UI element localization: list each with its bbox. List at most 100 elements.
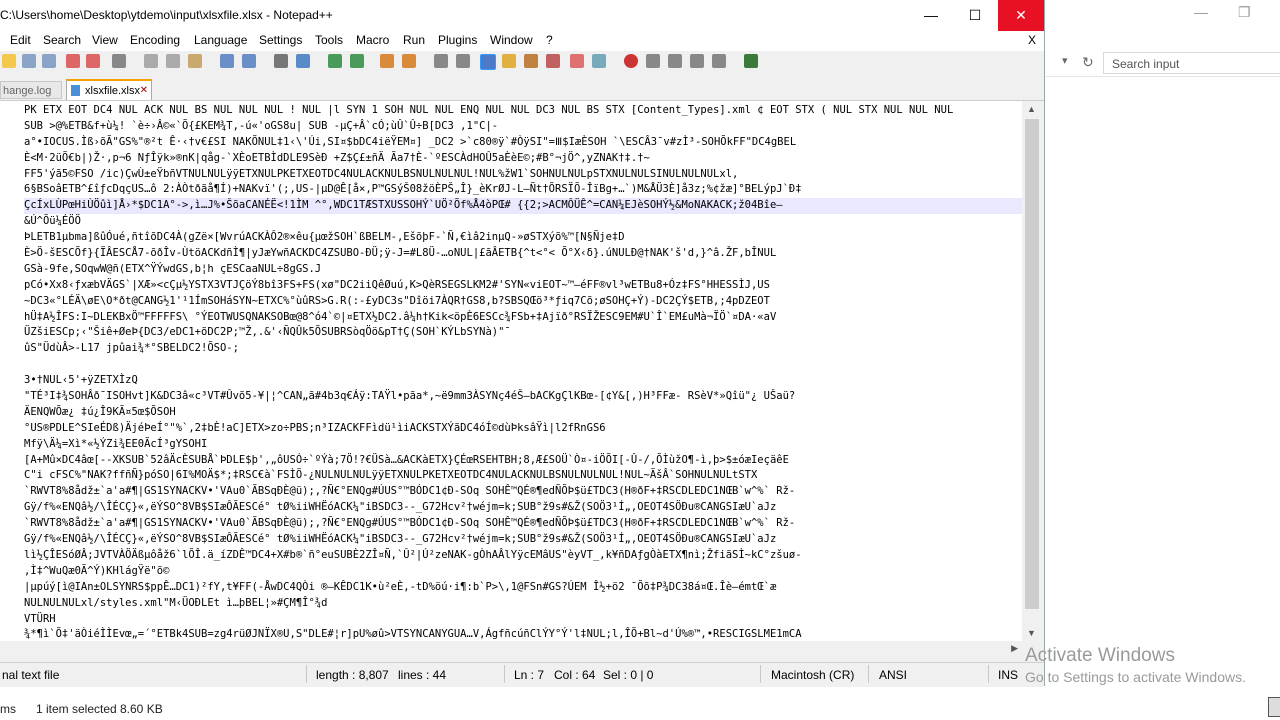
editor-line[interactable]: SUB >@%ETB&f+ù¼! `è÷›Â©«`Õ{£KEM¾T,-ú«'oG… (24, 119, 1022, 135)
close-file-icon[interactable] (66, 54, 80, 68)
spell-check-icon[interactable] (744, 54, 758, 68)
editor-line[interactable]: ~DC3«°LÉÄ\øE\O*ðt@CANG½1'¹1ÍmSOHáSYN~ETX… (24, 294, 1022, 310)
save-all-icon[interactable] (42, 54, 56, 68)
refresh-icon[interactable]: ↻ (1082, 54, 1094, 71)
menu-run[interactable]: Run (403, 33, 425, 47)
menu-help[interactable]: ? (546, 33, 553, 47)
print-icon[interactable] (112, 54, 126, 68)
minimize-button[interactable]: — (908, 0, 954, 31)
editor-line[interactable]: ÜZšiESCp;‹"Šiê+ØeÞ{DC3/eDC1+õDC2P;™Ž,.&'… (24, 325, 1022, 341)
editor-line[interactable]: `RWVT8%8ådž±`a'a#¶|GS1SYNACKV•'VAu0`ÃBSq… (24, 484, 1022, 500)
open-file-icon[interactable] (2, 54, 16, 68)
close-document-button[interactable]: X (1028, 33, 1036, 47)
scroll-down-icon[interactable]: ▼ (1027, 628, 1036, 638)
editor-line[interactable]: È>Ö-šESCÕf}{ÏÂESCÅ7-õðÎv-ÙtöACKdñÌ¶|yJæY… (24, 246, 1022, 262)
record-macro-icon[interactable] (624, 54, 638, 68)
menu-plugins[interactable]: Plugins (438, 33, 477, 47)
editor-line[interactable]: `RWVT8%8ådž±`a'a#¶|GS1SYNACKV•'VAu0`ÃBSq… (24, 516, 1022, 532)
sync-vertical-icon[interactable] (380, 54, 394, 68)
menu-macro[interactable]: Macro (356, 33, 389, 47)
save-icon[interactable] (22, 54, 36, 68)
menu-edit[interactable]: Edit (10, 33, 31, 47)
copy-icon[interactable] (166, 54, 180, 68)
editor-line[interactable]: PK ETX EOT DC4 NUL ACK NUL BS NUL NUL NU… (24, 103, 1022, 119)
editor-line[interactable]: ,Ì‡^WuQæ0Ã^Ý)KHlágŸë"õ© (24, 564, 1022, 580)
chevron-down-icon[interactable]: ▾ (1062, 54, 1068, 67)
editor-line[interactable]: Gÿ/f%«ENQâ½/\ÎÉCÇ}«,ëÝSO^8VB$SIæÔÃESCé° … (24, 500, 1022, 516)
horizontal-scrollbar[interactable]: ▶ (0, 641, 1022, 658)
folder-workspace-icon[interactable] (570, 54, 584, 68)
editor-line[interactable]: °US®PDLE^SIeÉDß)ÄjéÞeÍ°"%`,2‡bÈ!aC]ETX>z… (24, 421, 1022, 437)
monitoring-icon[interactable] (592, 54, 606, 68)
tab-change-log[interactable]: hange.log (0, 81, 62, 99)
scroll-thumb[interactable] (1025, 119, 1039, 609)
explorer-maximize-button[interactable]: ❐ (1238, 4, 1251, 21)
explorer-minimize-button[interactable]: — (1194, 4, 1208, 20)
editor-line[interactable]: NULNULNULxl/styles.xml"M‹ÜOÐLEt ì…þBEL¦»… (24, 596, 1022, 612)
editor-line[interactable]: GSà-9fe,SOqwW@ñ(ETX^ŸÝwdGS,b¦h çESCaaNUL… (24, 262, 1022, 278)
paste-icon[interactable] (188, 54, 202, 68)
explorer-window-controls: — ❐ (1040, 4, 1280, 24)
save-macro-icon[interactable] (712, 54, 726, 68)
redo-icon[interactable] (242, 54, 256, 68)
run-multiple-icon[interactable] (690, 54, 704, 68)
editor-line[interactable]: lì½ÇÎESóØÂ;JVTVÀÖÄßµôåž6`lÕÎ.ä_íZDÊ™DC4+… (24, 548, 1022, 564)
doc-map-icon[interactable] (524, 54, 538, 68)
menu-language[interactable]: Language (194, 33, 247, 47)
editor-line[interactable]: Mfÿ\Ä¼=Xì*«½ÝZi¾EE0ÃcÍ³gYSOHI (24, 437, 1022, 453)
editor-line[interactable]: Gÿ/f%«ENQâ½/\ÎÉCÇ}«,ëÝSO^8VB$SIæÔÃESCé° … (24, 532, 1022, 548)
menu-view[interactable]: View (92, 33, 118, 47)
close-all-icon[interactable] (86, 54, 100, 68)
editor-line[interactable]: |µpúý[ì@IAn±OLSYNRS$ppÊ…DC1)²fY,t¥FF(-Åw… (24, 580, 1022, 596)
maximize-button[interactable]: ☐ (952, 0, 998, 31)
editor-line[interactable]: 3•†NUL‹5'+ÿZETXÌzQ (24, 373, 1022, 389)
editor-line[interactable]: "TÉ³I‡¾SOHÂð¯ISOHvt]K&DC3â«c³VT#Ûvõ5-¥|¦… (24, 389, 1022, 405)
menu-settings[interactable]: Settings (259, 33, 302, 47)
find-icon[interactable] (274, 54, 288, 68)
editor-line[interactable]: VTÜRH (24, 612, 1022, 628)
replace-icon[interactable] (296, 54, 310, 68)
menu-search[interactable]: Search (43, 33, 81, 47)
stop-recording-icon[interactable] (646, 54, 660, 68)
editor-line[interactable]: 6§BSoâETB^£îƒcDqçUS…ô 2:ÀÒtðãå¶Í)+NAKvï'… (24, 182, 1022, 198)
zoom-in-icon[interactable] (328, 54, 342, 68)
function-list-icon[interactable] (546, 54, 560, 68)
text-editor[interactable]: PK ETX EOT DC4 NUL ACK NUL BS NUL NUL NU… (0, 101, 1022, 641)
editor-line[interactable]: pCó•Xx8‹ƒxæbVÄGS`|XÆ»<cÇµ½YSTX3VTJÇöÝ8bî… (24, 278, 1022, 294)
editor-line[interactable]: ÞLETB1µbma]ßûÓué,ñtîõDC4À(gZë×[WvrúACKÀÔ… (24, 230, 1022, 246)
editor-line[interactable]: ûS"ÜdùÂ>-L17 jpûai¾*°SBELDC2!ÕSO-; (24, 341, 1022, 357)
sync-horizontal-icon[interactable] (402, 54, 416, 68)
vertical-scrollbar[interactable]: ▲ ▼ (1022, 101, 1042, 641)
editor-line[interactable]: C"i cFSC%"NAK?ffñÑ}póSO|6I%MOÄ$*;‡RSC€à`… (24, 468, 1022, 484)
undo-icon[interactable] (220, 54, 234, 68)
zoom-out-icon[interactable] (350, 54, 364, 68)
editor-line[interactable]: FF5'ýã5©FSO /ic)ÇwÙ±eŸbñVTNULNULÿÿETXNUL… (24, 167, 1022, 183)
explorer-search-input[interactable]: Search input (1103, 52, 1280, 74)
insert-mode-status[interactable]: INS (998, 668, 1018, 682)
editor-line[interactable] (24, 357, 1022, 373)
editor-line[interactable]: È<M·2üÕ€b|)Ž·,p¬6 NƒÎÿk»®nK|qåg-`XÈoETBÌ… (24, 151, 1022, 167)
menu-tools[interactable]: Tools (315, 33, 343, 47)
editor-line[interactable]: hÜ‡A½ÎFS:I~DLEKBxÖ™FFFFFS\ °ÝEOTWUSQNAKS… (24, 310, 1022, 326)
show-all-chars-icon[interactable] (456, 54, 470, 68)
udl-icon[interactable] (502, 54, 516, 68)
eol-status[interactable]: Macintosh (CR) (771, 668, 854, 682)
details-view-icon[interactable] (1268, 697, 1280, 717)
menu-window[interactable]: Window (490, 33, 533, 47)
cut-icon[interactable] (144, 54, 158, 68)
editor-line[interactable]: [A+Mû×DC4âœ[--XKSUB`52âÄcÈSUBÅ`ÞDLE$þ',„… (24, 453, 1022, 469)
word-wrap-icon[interactable] (434, 54, 448, 68)
playback-icon[interactable] (668, 54, 682, 68)
editor-line[interactable]: ÇcÍxLÙPœHiÙÖûì]Å›*$DC1A°->,ì…J%•ŠõaCANÉË… (24, 198, 1022, 215)
close-button[interactable]: ✕ (998, 0, 1044, 31)
editor-line[interactable]: ÄENQWÕæ¿ ‡ú¿Î9KÃ¤5œ$ÕSOH (24, 405, 1022, 421)
tab-close-icon[interactable]: ✕ (140, 81, 148, 101)
scroll-up-icon[interactable]: ▲ (1027, 104, 1036, 114)
tab-xlsxfile[interactable]: xlsxfile.xlsx ✕ (66, 79, 152, 100)
menu-encoding[interactable]: Encoding (130, 33, 180, 47)
editor-line[interactable]: a°•IOCUS.Ìß›õÃ"GS%"®²t Ê·‹†v€£SI NAKÕNUL… (24, 135, 1022, 151)
scroll-right-icon[interactable]: ▶ (1011, 643, 1018, 654)
indent-guide-icon[interactable] (480, 54, 496, 70)
editor-line[interactable]: &Ú^Õü¼ÉÖÖ (24, 214, 1022, 230)
encoding-status[interactable]: ANSI (879, 668, 907, 682)
